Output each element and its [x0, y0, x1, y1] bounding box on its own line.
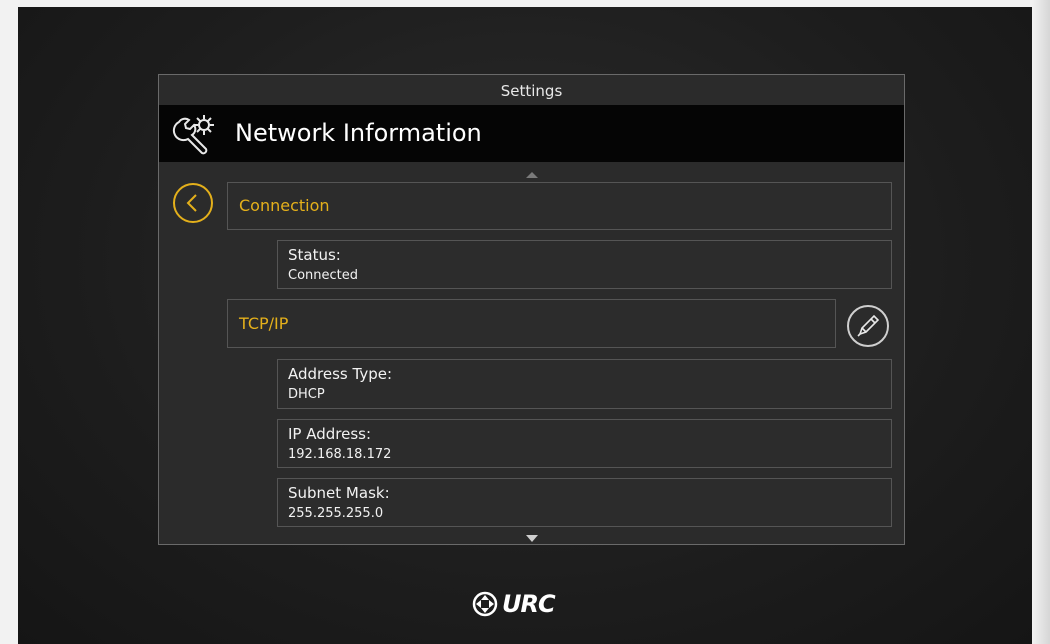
field-value: DHCP	[288, 387, 325, 402]
field-value: 192.168.18.172	[288, 447, 392, 462]
triangle-up-icon[interactable]	[526, 172, 538, 178]
section-tcpip[interactable]: TCP/IP	[227, 299, 836, 348]
panel-title: Settings	[500, 82, 563, 100]
edit-button[interactable]	[847, 305, 889, 347]
triangle-down-icon[interactable]	[526, 535, 538, 542]
pencil-icon	[857, 314, 880, 337]
urc-logo: URC	[472, 590, 556, 618]
section-label: Connection	[239, 196, 330, 215]
address-type-field: Address Type: DHCP	[277, 359, 892, 409]
wrench-gear-icon	[171, 112, 217, 158]
screen-border-top	[0, 0, 1050, 7]
field-label: Address Type:	[288, 365, 393, 383]
screen-border-right	[1032, 0, 1050, 644]
settings-panel: Settings Network Information Connection …	[158, 74, 905, 545]
field-label: IP Address:	[288, 425, 372, 443]
ip-address-field: IP Address: 192.168.18.172	[277, 419, 892, 468]
field-value: Connected	[288, 268, 359, 283]
back-button[interactable]	[173, 183, 213, 223]
field-label: Status:	[288, 246, 341, 264]
page-title: Network Information	[235, 119, 482, 147]
logo-text: URC	[502, 590, 556, 618]
section-connection[interactable]: Connection	[227, 182, 892, 230]
field-label: Subnet Mask:	[288, 484, 390, 502]
subnet-mask-field: Subnet Mask: 255.255.255.0	[277, 478, 892, 527]
section-label: TCP/IP	[239, 314, 289, 333]
header-bar: Network Information	[159, 105, 904, 162]
chevron-left-icon	[186, 194, 197, 212]
urc-emblem-icon	[472, 591, 498, 617]
screen-border-left	[0, 0, 18, 644]
field-value: 255.255.255.0	[288, 506, 384, 521]
status-field: Status: Connected	[277, 240, 892, 289]
